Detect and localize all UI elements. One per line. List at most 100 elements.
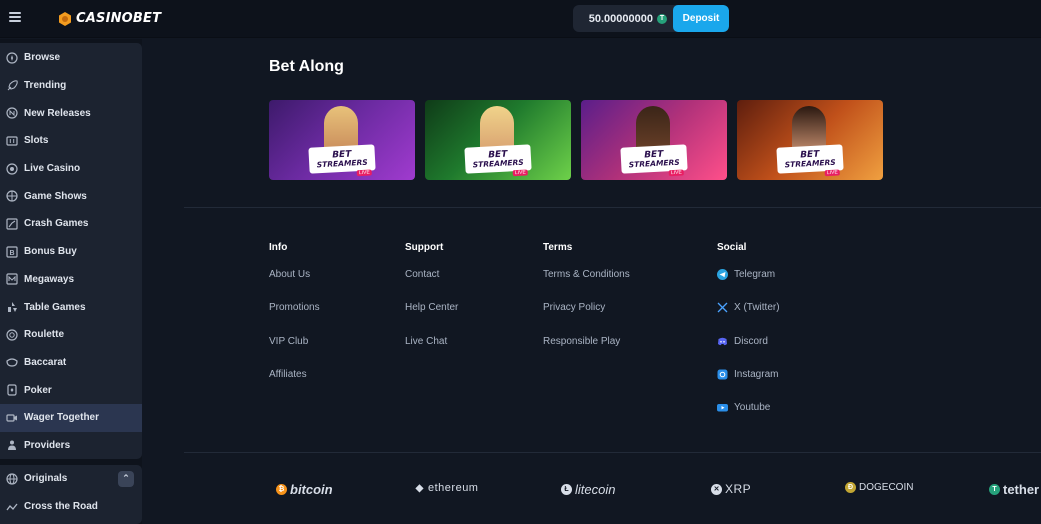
- streamer-card[interactable]: BET STREAMERS LIVE: [581, 100, 727, 180]
- top-bar: CASINOBET 50.00000000 T Deposit: [0, 0, 1041, 38]
- section-title: Bet Along: [269, 58, 344, 75]
- sidebar-item-trending[interactable]: Trending: [0, 72, 142, 100]
- divider: [184, 207, 1041, 208]
- sidebar-item-label: Slots: [24, 135, 49, 147]
- bitcoin-icon: ₿: [276, 484, 287, 495]
- zigzag-chart-icon: [5, 500, 18, 513]
- footer-social-column: Social Telegram X (Twitter) Discord Inst…: [717, 242, 780, 435]
- footer-link-contact[interactable]: Contact: [405, 269, 458, 302]
- game-show-icon: [5, 190, 18, 203]
- balance-widget[interactable]: 50.00000000 T Deposit: [573, 5, 729, 32]
- sidebar-item-label: Crash Games: [24, 218, 89, 230]
- discord-icon: [717, 336, 728, 347]
- balance-display[interactable]: 50.00000000 T: [573, 5, 673, 32]
- sidebar-item-label: Baccarat: [24, 356, 67, 368]
- menu-icon[interactable]: [9, 12, 21, 22]
- sidebar-item-poker[interactable]: Poker: [0, 376, 142, 404]
- rocket-icon: [5, 79, 18, 92]
- sidebar-item-label: Originals: [24, 473, 68, 485]
- litecoin-icon: Ł: [561, 484, 572, 495]
- sidebar-item-live-casino[interactable]: Live Casino: [0, 155, 142, 183]
- sidebar-item-label: Table Games: [24, 301, 86, 313]
- sidebar-item-label: New Releases: [24, 107, 91, 119]
- table-games-icon: [5, 301, 18, 314]
- sidebar-item-slots[interactable]: Slots: [0, 127, 142, 155]
- tether-icon: T: [657, 13, 667, 24]
- xrp-icon: ✕: [711, 483, 722, 495]
- footer-link-help-center[interactable]: Help Center: [405, 302, 458, 335]
- globe-icon: [5, 472, 18, 485]
- compass-icon: [5, 51, 18, 64]
- bet-with-streamers-logo: BET STREAMERS LIVE: [776, 144, 844, 177]
- footer-heading: Terms: [543, 242, 573, 253]
- sidebar-item-label: Live Casino: [24, 163, 81, 175]
- tether-logo: T tether: [989, 482, 1039, 497]
- sidebar-item-label: Game Shows: [24, 190, 87, 202]
- sidebar-item-label: Trending: [24, 80, 67, 92]
- footer-support-column: Support Contact Help Center Live Chat: [405, 242, 458, 369]
- sidebar-item-new-releases[interactable]: New Releases: [0, 99, 142, 127]
- sidebar-categories: Browse Trending New Releases Slots Live …: [0, 43, 142, 459]
- footer-link-live-chat[interactable]: Live Chat: [405, 336, 458, 369]
- sidebar-item-crash-games[interactable]: Crash Games: [0, 210, 142, 238]
- streamer-card[interactable]: BET STREAMERS LIVE: [269, 100, 415, 180]
- footer-info-column: Info About Us Promotions VIP Club Affili…: [269, 242, 320, 402]
- logo-icon: [59, 11, 71, 26]
- dogecoin-logo: Ð DOGECOIN: [845, 482, 913, 493]
- streamer-card[interactable]: BET STREAMERS LIVE: [425, 100, 571, 180]
- sidebar-item-roulette[interactable]: Roulette: [0, 321, 142, 349]
- sidebar-item-browse[interactable]: Browse: [0, 44, 142, 72]
- xrp-logo: ✕ XRP: [711, 482, 751, 496]
- ethereum-icon: ◆: [415, 482, 424, 494]
- footer-heading: Info: [269, 242, 288, 253]
- footer-link-affiliates[interactable]: Affiliates: [269, 369, 320, 402]
- footer-link-youtube[interactable]: Youtube: [717, 402, 780, 435]
- dogecoin-icon: Ð: [845, 482, 856, 493]
- footer-terms-column: Terms Terms & Conditions Privacy Policy …: [543, 242, 630, 369]
- footer-heading: Support: [405, 242, 444, 253]
- footer-link-x-twitter[interactable]: X (Twitter): [717, 302, 780, 335]
- sidebar-item-providers[interactable]: Providers: [0, 432, 142, 460]
- svg-text:B: B: [9, 250, 14, 257]
- sidebar: Browse Trending New Releases Slots Live …: [0, 39, 142, 524]
- footer-link-about-us[interactable]: About Us: [269, 269, 320, 302]
- poker-icon: [5, 384, 18, 397]
- sidebar-originals: Originals ⌃ Cross the Road: [0, 465, 142, 524]
- sidebar-item-baccarat[interactable]: Baccarat: [0, 349, 142, 377]
- bonus-icon: B: [5, 245, 18, 258]
- telegram-icon: [717, 269, 728, 280]
- sidebar-item-table-games[interactable]: Table Games: [0, 293, 142, 321]
- streamer-card[interactable]: BET STREAMERS LIVE: [737, 100, 883, 180]
- footer-link-responsible-play[interactable]: Responsible Play: [543, 336, 630, 369]
- sidebar-item-megaways[interactable]: Megaways: [0, 266, 142, 294]
- sidebar-item-label: Cross the Road: [24, 501, 98, 513]
- footer-link-terms-conditions[interactable]: Terms & Conditions: [543, 269, 630, 302]
- x-twitter-icon: [717, 302, 728, 313]
- chevron-up-icon[interactable]: ⌃: [118, 470, 134, 487]
- footer-heading: Social: [717, 242, 747, 253]
- footer-link-telegram[interactable]: Telegram: [717, 269, 780, 302]
- baccarat-icon: [5, 356, 18, 369]
- sidebar-item-label: Browse: [24, 52, 61, 64]
- footer-link-discord[interactable]: Discord: [717, 336, 780, 369]
- footer-link-vip-club[interactable]: VIP Club: [269, 336, 320, 369]
- video-icon: [5, 411, 18, 424]
- tether-icon: T: [989, 484, 1000, 495]
- megaways-icon: [5, 273, 18, 286]
- footer-link-instagram[interactable]: Instagram: [717, 369, 780, 402]
- sidebar-item-originals[interactable]: Originals ⌃: [0, 465, 142, 493]
- logo[interactable]: CASINOBET: [58, 11, 161, 26]
- live-icon: [5, 162, 18, 175]
- sidebar-item-cross-the-road[interactable]: Cross the Road: [0, 493, 142, 521]
- deposit-button[interactable]: Deposit: [673, 5, 729, 32]
- sidebar-item-bonus-buy[interactable]: B Bonus Buy: [0, 238, 142, 266]
- sidebar-item-label: Providers: [24, 439, 71, 451]
- sidebar-item-label: Bonus Buy: [24, 246, 77, 258]
- bet-with-streamers-logo: BET STREAMERS LIVE: [620, 144, 688, 177]
- bet-with-streamers-logo: BET STREAMERS LIVE: [464, 144, 532, 177]
- footer-link-privacy-policy[interactable]: Privacy Policy: [543, 302, 630, 335]
- sidebar-item-wager-together[interactable]: Wager Together: [0, 403, 142, 432]
- footer-link-promotions[interactable]: Promotions: [269, 302, 320, 335]
- litecoin-logo: Ł litecoin: [561, 482, 615, 497]
- sidebar-item-game-shows[interactable]: Game Shows: [0, 182, 142, 210]
